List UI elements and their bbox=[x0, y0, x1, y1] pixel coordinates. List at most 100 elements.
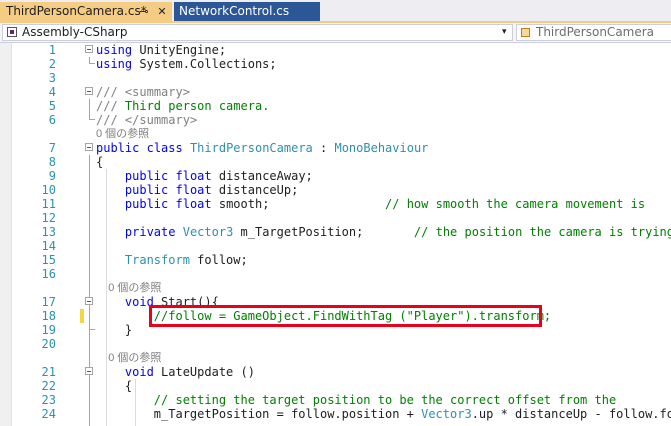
code-text: public float smooth; // how smooth the c… bbox=[96, 197, 645, 211]
line-number: 19 bbox=[41, 323, 56, 337]
collapse-toggle-icon[interactable] bbox=[85, 45, 93, 53]
code-token: public bbox=[96, 141, 140, 155]
line-number: 9 bbox=[48, 169, 56, 183]
code-token: m_TargetPosition = follow.position + bbox=[96, 407, 422, 421]
tab-label: ThirdPersonCamera.cs* bbox=[6, 4, 147, 18]
code-token: // the position the camera is trying to … bbox=[413, 225, 671, 239]
line-number: 10 bbox=[41, 183, 56, 197]
code-editor[interactable]: 1 using UnityEngine; 2 using System.Collect… bbox=[0, 43, 671, 426]
code-token: void bbox=[124, 365, 154, 379]
collapse-toggle-icon[interactable] bbox=[85, 367, 93, 375]
class-dropdown[interactable]: ThirdPersonCamera bbox=[516, 24, 671, 41]
line-number: 3 bbox=[48, 71, 56, 85]
code-token: float bbox=[175, 183, 212, 197]
code-token: float bbox=[175, 169, 212, 183]
code-line: 6 /// </summary> bbox=[0, 113, 671, 127]
tab-thirdpersoncamera[interactable]: ThirdPersonCamera.cs* ⊸ ✕ bbox=[0, 2, 172, 21]
code-token: UnityEngine; bbox=[132, 43, 227, 57]
csharp-project-icon bbox=[7, 27, 17, 37]
code-token: smooth; bbox=[211, 197, 386, 211]
code-token: Third person camera. bbox=[117, 99, 270, 113]
code-line: 23 // setting the target position to be … bbox=[0, 393, 671, 407]
line-number: 17 bbox=[41, 295, 56, 309]
codelens-references: 0 個の参照 bbox=[0, 281, 671, 295]
line-number: 18 bbox=[41, 309, 56, 323]
code-line: 15 Transform follow; bbox=[0, 253, 671, 267]
codelens-label[interactable]: 0 個の参照 bbox=[96, 351, 161, 365]
codelens-label[interactable]: 0 個の参照 bbox=[96, 281, 161, 295]
line-number: 4 bbox=[48, 85, 56, 99]
code-token: /// bbox=[96, 113, 118, 127]
tab-networkcontrol[interactable]: NetworkControl.cs bbox=[174, 2, 320, 21]
code-text: public float distanceUp; bbox=[96, 183, 298, 197]
codelens-label[interactable]: 0 個の参照 bbox=[96, 127, 149, 141]
code-line: 3 bbox=[0, 71, 671, 85]
code-text: } bbox=[96, 323, 132, 337]
code-line: 7 public class ThirdPersonCamera : MonoBe… bbox=[0, 141, 671, 155]
code-text: /// Third person camera. bbox=[96, 99, 269, 113]
project-dropdown[interactable]: Assembly-CSharp ▾ bbox=[2, 24, 513, 41]
code-line: 24 m_TargetPosition = follow.position + … bbox=[0, 407, 671, 421]
pin-icon[interactable]: ⊸ bbox=[137, 2, 151, 21]
code-token: LateUpdate () bbox=[153, 365, 255, 379]
line-number: 15 bbox=[41, 253, 56, 267]
line-number: 2 bbox=[48, 57, 56, 71]
code-line: 12 bbox=[0, 211, 671, 225]
codelens-references: 0 個の参照 bbox=[0, 127, 671, 141]
code-line: 14 bbox=[0, 239, 671, 253]
line-number: 14 bbox=[41, 239, 56, 253]
code-token: System.Collections; bbox=[132, 57, 277, 71]
line-number: 13 bbox=[41, 225, 56, 239]
code-token: { bbox=[96, 155, 104, 169]
code-text: m_TargetPosition = follow.position + Vec… bbox=[96, 407, 671, 421]
code-text: /// <summary> bbox=[96, 85, 190, 99]
code-line: 22 { bbox=[0, 379, 671, 393]
line-number: 20 bbox=[41, 337, 56, 351]
code-line: 20 bbox=[0, 337, 671, 351]
code-text: Transform follow; bbox=[96, 253, 248, 267]
line-number: 5 bbox=[48, 99, 56, 113]
code-token: using bbox=[96, 57, 133, 71]
collapse-toggle-icon[interactable] bbox=[85, 87, 93, 95]
code-token: Transform bbox=[124, 253, 190, 267]
code-token: <summary> bbox=[124, 85, 190, 99]
code-text: using System.Collections; bbox=[96, 57, 277, 71]
code-token: distanceUp; bbox=[211, 183, 299, 197]
collapse-toggle-icon[interactable] bbox=[85, 297, 93, 305]
line-number: 6 bbox=[48, 113, 56, 127]
code-line: 8{ bbox=[0, 155, 671, 169]
code-text: private Vector3 m_TargetPosition; // the… bbox=[96, 225, 671, 239]
code-token: // how smooth the camera movement is bbox=[385, 197, 646, 211]
code-token: class bbox=[146, 141, 183, 155]
class-name: ThirdPersonCamera bbox=[536, 25, 655, 39]
code-token: public bbox=[124, 169, 169, 183]
code-line: 21 void LateUpdate () bbox=[0, 365, 671, 379]
code-token: private bbox=[124, 225, 176, 239]
collapse-toggle-icon[interactable] bbox=[85, 143, 93, 151]
code-text: public class ThirdPersonCamera : MonoBeh… bbox=[96, 141, 428, 155]
navigation-bar: Assembly-CSharp ▾ ThirdPersonCamera bbox=[0, 23, 671, 43]
project-name: Assembly-CSharp bbox=[22, 25, 128, 39]
line-number: 1 bbox=[48, 43, 56, 57]
code-token: public bbox=[124, 183, 169, 197]
line-number: 7 bbox=[48, 141, 56, 155]
code-text: void LateUpdate () bbox=[96, 365, 255, 379]
close-icon[interactable]: ✕ bbox=[155, 2, 169, 21]
line-number: 16 bbox=[41, 267, 56, 281]
code-token: } bbox=[96, 323, 133, 337]
code-line: 4 /// <summary> bbox=[0, 85, 671, 99]
code-text: // setting the target position to be the… bbox=[96, 393, 616, 407]
class-icon bbox=[521, 28, 530, 37]
line-number: 12 bbox=[41, 211, 56, 225]
code-text: public float distanceAway; bbox=[96, 169, 313, 183]
code-token: : bbox=[312, 141, 335, 155]
code-line: 2 using System.Collections; bbox=[0, 57, 671, 71]
